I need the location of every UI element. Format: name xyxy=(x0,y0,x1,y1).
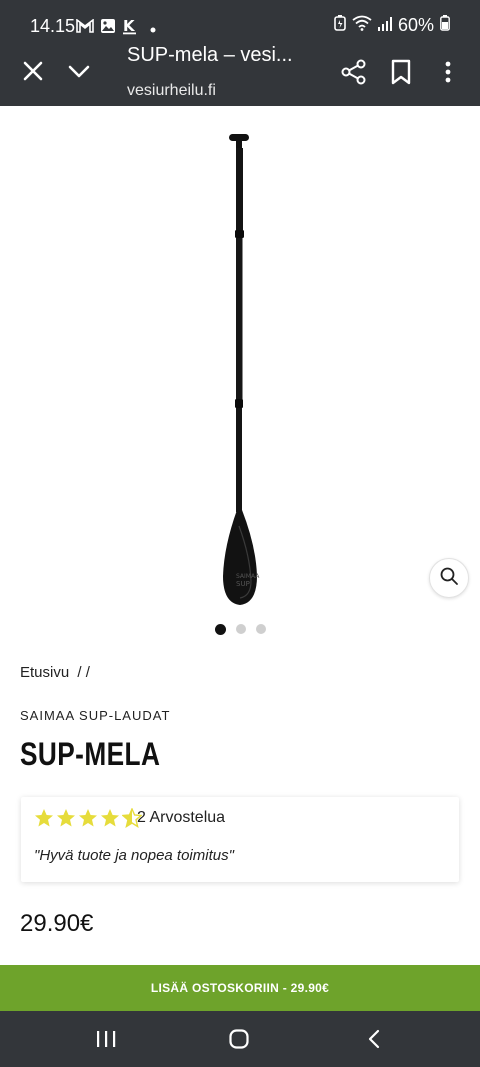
gallery-dot[interactable] xyxy=(235,624,246,634)
review-count[interactable]: 2 Arvostelua xyxy=(137,809,225,827)
page-title[interactable]: SUP-mela – vesi... xyxy=(127,44,317,67)
battery-text: 60% xyxy=(397,15,434,35)
status-time: 14.15 xyxy=(30,16,76,36)
gallery-dots xyxy=(0,624,480,635)
home-icon[interactable] xyxy=(228,1028,250,1050)
gmail-icon xyxy=(76,18,94,38)
breadcrumb-separators: / / xyxy=(77,664,90,681)
notification-icons: K xyxy=(76,17,156,40)
breadcrumb-home[interactable]: Etusivu xyxy=(20,664,69,681)
svg-text:K: K xyxy=(123,17,136,35)
star-icon xyxy=(35,809,53,827)
android-nav-bar xyxy=(0,1011,480,1067)
battery-icon xyxy=(440,15,450,36)
share-icon[interactable] xyxy=(340,58,368,86)
zoom-button[interactable] xyxy=(429,558,469,598)
gallery-icon xyxy=(100,18,116,39)
zoom-icon xyxy=(439,566,459,591)
star-icon xyxy=(101,809,119,827)
chevron-down-icon[interactable] xyxy=(66,58,92,84)
add-to-cart-button[interactable]: LISÄÄ OSTOSKORIIN - 29.90€ xyxy=(0,965,480,1011)
product-brand[interactable]: SAIMAA SUP-LAUDAT xyxy=(20,708,170,723)
product-title: SUP-MELA xyxy=(20,736,161,772)
recent-apps-icon[interactable] xyxy=(95,1028,117,1050)
status-right: 60% xyxy=(334,15,450,36)
svg-text:SUP: SUP xyxy=(236,580,250,588)
more-icon[interactable] xyxy=(436,58,460,86)
svg-text:SAIMAA: SAIMAA xyxy=(236,573,260,580)
review-card[interactable]: 2 Arvostelua "Hyvä tuote ja nopea toimit… xyxy=(21,797,459,882)
dot-icon xyxy=(150,20,156,38)
close-icon[interactable] xyxy=(20,58,46,84)
star-icon xyxy=(57,809,75,827)
product-image[interactable]: SAIMAA SUP xyxy=(200,126,280,612)
battery-saver-icon xyxy=(334,15,346,36)
back-icon[interactable] xyxy=(364,1028,386,1050)
k-app-icon: K xyxy=(122,17,138,40)
browser-toolbar: SUP-mela – vesi... vesiurheilu.fi xyxy=(0,44,480,106)
star-icon xyxy=(79,809,97,827)
product-gallery[interactable]: SAIMAA SUP xyxy=(0,106,480,646)
rating-stars[interactable] xyxy=(34,808,142,828)
gallery-dot[interactable] xyxy=(214,624,226,635)
review-quote: "Hyvä tuote ja nopea toimitus" xyxy=(34,847,234,864)
wifi-icon xyxy=(352,15,372,36)
bookmark-icon[interactable] xyxy=(388,58,414,86)
breadcrumb: Etusivu / / xyxy=(20,664,90,681)
product-price: 29.90€ xyxy=(20,910,94,937)
gallery-dot[interactable] xyxy=(255,624,266,634)
page-domain[interactable]: vesiurheilu.fi xyxy=(127,82,216,100)
signal-icon xyxy=(377,15,392,36)
